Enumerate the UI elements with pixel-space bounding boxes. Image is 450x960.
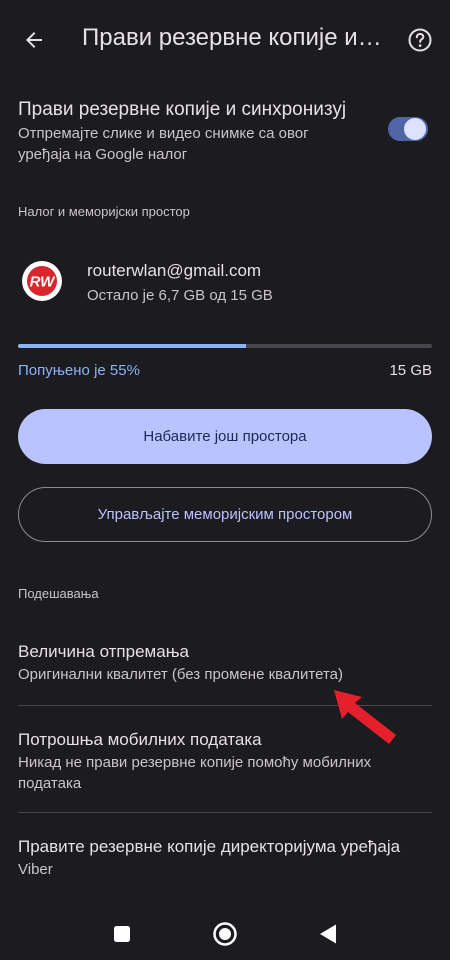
storage-progress-fill — [18, 344, 246, 348]
avatar: RW — [22, 261, 62, 301]
storage-used-label: Попуњено је 55% — [18, 362, 140, 379]
manage-storage-button[interactable]: Управљајте меморијским простором — [18, 487, 432, 542]
account-section-header: Налог и меморијски простор — [18, 204, 190, 219]
setting-description: Никад не прави резервне копије помоћу мо… — [18, 754, 372, 792]
home-button[interactable] — [211, 920, 239, 948]
arrow-back-icon — [26, 32, 42, 48]
annotation-arrow-icon — [334, 690, 396, 744]
settings-section-header: Подешавања — [18, 586, 99, 601]
help-button[interactable] — [404, 24, 436, 56]
system-nav-bar — [0, 908, 450, 960]
back-button[interactable] — [16, 22, 52, 58]
triangle-back-icon — [320, 924, 336, 944]
app-bar: Прави резервне копије и синхронизуј — [0, 0, 450, 82]
backup-sync-title: Прави резервне копије и синхронизуј — [18, 99, 347, 120]
recents-button[interactable] — [108, 920, 136, 948]
help-circle-icon — [408, 28, 432, 52]
rw-logo-icon: RW — [27, 266, 57, 296]
backup-sync-description: Отпремајте слике и видео снимке са овог … — [18, 125, 309, 163]
storage-total-label: 15 GB — [389, 362, 432, 379]
setting-description: Viber — [18, 861, 53, 878]
backup-sync-setting[interactable]: Прави резервне копије и синхронизуј Отпр… — [18, 98, 432, 168]
square-recents-icon — [114, 926, 130, 942]
circle-home-icon — [213, 922, 237, 946]
toggle-knob — [404, 118, 426, 140]
setting-title: Величина отпремања — [18, 642, 189, 661]
get-more-storage-button[interactable]: Набавите још простора — [18, 409, 432, 464]
setting-title: Правите резервне копије директоријума ур… — [18, 837, 401, 856]
page-title: Прави резервне копије и синхронизуј — [82, 24, 382, 51]
backup-device-folders-setting[interactable]: Правите резервне копије директоријума ур… — [18, 836, 432, 880]
account-email: routerwlan@gmail.com — [87, 261, 262, 280]
avatar-text: RW — [30, 274, 57, 291]
divider — [18, 812, 432, 813]
upload-size-setting[interactable]: Величина отпремања Оригинални квалитет (… — [18, 641, 432, 685]
setting-description: Оригинални квалитет (без промене квалите… — [18, 666, 344, 683]
nav-back-button[interactable] — [314, 920, 342, 948]
backup-sync-toggle[interactable] — [388, 117, 428, 141]
account-storage-text: Остало је 6,7 GB од 15 GB — [87, 287, 273, 304]
account-row[interactable]: RW routerwlan@gmail.com Остало је 6,7 GB… — [18, 258, 432, 310]
storage-progress-bar — [18, 344, 432, 348]
